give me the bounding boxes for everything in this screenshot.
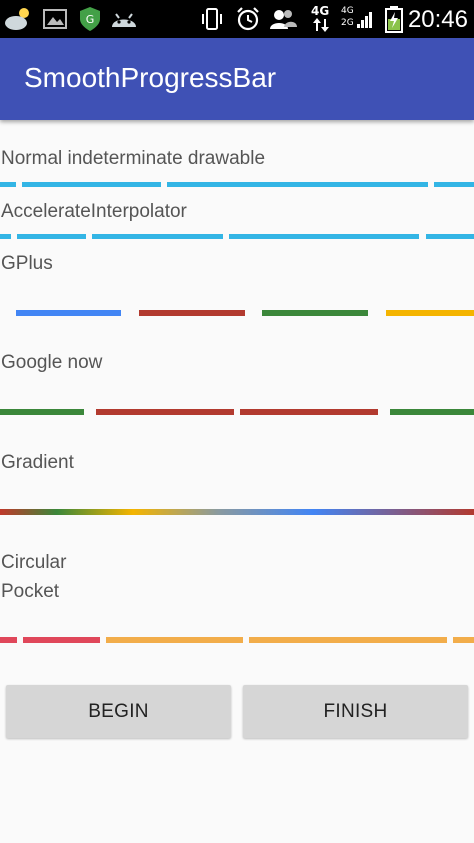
weather-cloud-sun-icon bbox=[5, 8, 29, 30]
progress-segment bbox=[386, 310, 474, 316]
label-google-now: Google now bbox=[1, 352, 103, 373]
label-gradient: Gradient bbox=[1, 452, 74, 473]
gallery-icon bbox=[43, 9, 67, 29]
progress-segment bbox=[139, 310, 245, 316]
progress-segment bbox=[229, 234, 419, 239]
progress-segment bbox=[249, 637, 447, 643]
progressbar-gplus bbox=[0, 310, 474, 316]
data-transfer-arrows-icon bbox=[313, 18, 329, 32]
app-title: SmoothProgressBar bbox=[24, 62, 277, 93]
progress-segment bbox=[16, 310, 121, 316]
label-normal-indeterminate: Normal indeterminate drawable bbox=[1, 148, 266, 169]
shield-app-icon: G bbox=[80, 7, 100, 31]
progressbar-gradient bbox=[0, 509, 474, 515]
alarm-icon bbox=[237, 7, 259, 31]
app-bar: SmoothProgressBar bbox=[0, 38, 474, 120]
progress-segment bbox=[106, 637, 243, 643]
progress-segment bbox=[0, 409, 84, 415]
progressbar-google-now bbox=[0, 409, 474, 415]
label-pocket: Pocket bbox=[1, 581, 60, 602]
network-2g-small: 2G bbox=[341, 18, 354, 28]
finish-button[interactable]: FINISH bbox=[243, 685, 468, 738]
progress-segment bbox=[426, 234, 474, 239]
contacts-icon bbox=[270, 10, 297, 29]
progress-segment bbox=[92, 234, 223, 239]
progress-segment bbox=[167, 182, 428, 187]
label-circular: Circular bbox=[1, 552, 67, 573]
progress-segment bbox=[22, 182, 161, 187]
progress-segment bbox=[240, 409, 378, 415]
label-gplus: GPlus bbox=[1, 253, 53, 274]
progress-segment bbox=[453, 637, 474, 643]
progress-segment bbox=[0, 234, 11, 239]
network-type-label: 4G bbox=[311, 4, 330, 18]
progress-segment bbox=[434, 182, 474, 187]
progress-segment bbox=[0, 637, 17, 643]
progress-segment bbox=[0, 182, 16, 187]
signal-strength: 4G 2G bbox=[341, 6, 373, 34]
progressbar-pocket bbox=[0, 637, 474, 643]
begin-button[interactable]: BEGIN bbox=[6, 685, 231, 738]
progress-segment bbox=[390, 409, 474, 415]
svg-text:G: G bbox=[86, 13, 95, 26]
data-indicator-4g: 4G bbox=[310, 4, 332, 34]
progressbar-accelerate bbox=[0, 234, 474, 239]
clock-time: 20:46 bbox=[407, 6, 468, 33]
android-icon bbox=[112, 13, 136, 27]
progress-segment bbox=[96, 409, 234, 415]
battery-charging-icon bbox=[385, 6, 403, 33]
progressbar-normal bbox=[0, 182, 474, 187]
status-bar: G 4G 4G 2G 20:46 bbox=[0, 0, 474, 38]
progress-segment bbox=[262, 310, 368, 316]
progress-segment bbox=[17, 234, 86, 239]
signal-bars-icon bbox=[357, 12, 372, 28]
network-4g-small: 4G bbox=[341, 6, 354, 16]
label-accelerate-interpolator: AccelerateInterpolator bbox=[1, 201, 187, 222]
progress-segment bbox=[23, 637, 100, 643]
vibrate-icon bbox=[202, 8, 222, 30]
